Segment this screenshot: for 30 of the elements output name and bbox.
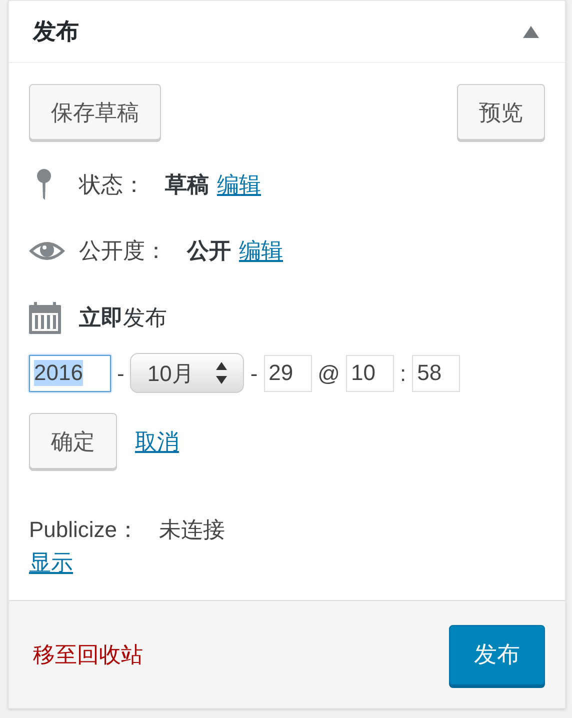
status-value: 草稿 [165,171,209,199]
date-field[interactable]: 10 [346,354,394,392]
date-field[interactable]: 2016 [29,354,111,392]
collapse-icon[interactable] [523,26,539,38]
schedule-label: 立即发布 [79,304,167,332]
pin-icon [37,168,51,200]
visibility-value: 公开 [187,237,231,265]
separator: - [116,360,126,388]
panel-title: 发布 [33,17,79,46]
confirm-button[interactable]: 确定 [29,413,117,469]
cancel-link[interactable]: 取消 [135,424,179,458]
visibility-label: 公开度： [79,237,167,265]
date-field[interactable]: 58 [412,354,460,392]
separator: - [249,360,259,388]
status-label: 状态： [79,171,145,199]
select-arrows-icon [216,362,228,384]
trash-link[interactable]: 移至回收站 [33,638,143,671]
edit-link[interactable]: 编辑 [217,168,261,201]
show-link[interactable]: 显示 [29,546,73,579]
preview-button[interactable]: 预览 [457,84,545,140]
date-field[interactable]: 29 [264,354,312,392]
publicize-value: 未连接 [159,516,226,544]
edit-link[interactable]: 编辑 [239,234,283,267]
eye-icon [29,240,65,262]
separator: : [399,360,408,388]
publicize-label: Publicize： [29,516,140,544]
calendar-icon [29,302,61,334]
save-draft-button[interactable]: 保存草稿 [29,84,161,140]
separator: @ [316,360,341,388]
month-select[interactable]: 10月 [130,353,244,393]
